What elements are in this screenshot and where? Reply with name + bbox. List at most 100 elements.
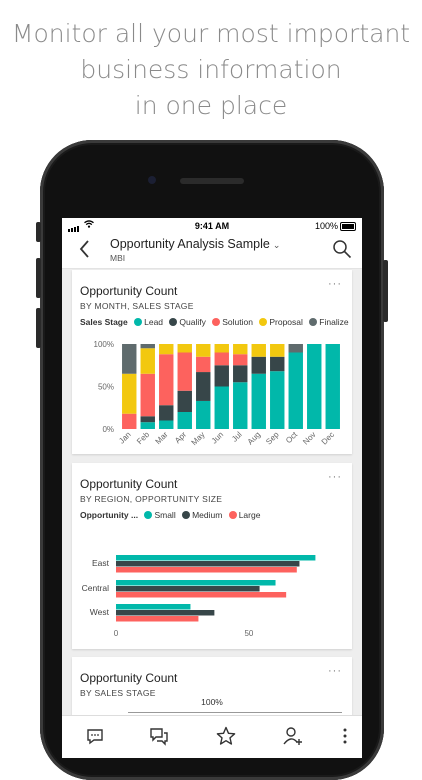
bar-segment-qualify — [233, 365, 248, 383]
legend-title: Sales Stage — [80, 317, 128, 327]
x-tick-label: Feb — [135, 430, 152, 447]
nav-bar: Opportunity Analysis Sample ⌄ MBI — [62, 234, 362, 269]
bar-segment-proposal — [140, 348, 155, 374]
bar-segment-solution — [122, 413, 137, 429]
bar-segment-lead — [196, 400, 211, 429]
bar-segment-lead — [325, 344, 340, 429]
bar-medium — [116, 561, 300, 567]
bar-segment-finalize — [288, 344, 303, 353]
chart-legend: Opportunity ... Small Medium Large — [80, 510, 264, 520]
bar-segment-lead — [307, 344, 322, 429]
headline-line-2: business information — [80, 55, 342, 84]
x-tick-label: 0 — [114, 629, 119, 638]
bar-segment-qualify — [196, 372, 211, 401]
tile-title: Opportunity Count — [80, 671, 178, 685]
bar-medium — [116, 610, 215, 616]
y-tick-label: 50% — [98, 383, 114, 392]
legend-item-solution: Solution — [212, 317, 253, 327]
mute-switch — [36, 222, 41, 242]
front-camera — [148, 176, 156, 184]
battery-icon — [340, 222, 356, 231]
data-label-100: 100% — [201, 697, 223, 707]
y-tick-label: 100% — [94, 340, 114, 349]
category-label: West — [90, 607, 110, 617]
x-tick-label: May — [190, 430, 207, 447]
x-tick-label: Mar — [154, 430, 170, 446]
x-tick-label: 50 — [244, 629, 253, 638]
tile-title: Opportunity Count — [80, 284, 178, 298]
legend-title: Opportunity ... — [80, 510, 139, 520]
x-tick-label: Sep — [264, 430, 281, 447]
earpiece-speaker — [180, 178, 244, 184]
battery-percent: 100% — [314, 221, 338, 231]
favorites-star-icon[interactable] — [215, 725, 237, 747]
bar-segment-solution — [140, 373, 155, 417]
status-bar: 9:41 AM 100% — [62, 218, 362, 234]
bar-segment-qualify — [214, 365, 229, 387]
chart-legend: Sales Stage Lead Qualify Solution Propos… — [80, 317, 353, 327]
x-tick-label: Oct — [284, 430, 300, 446]
headline-line-1: Monitor all your most important — [11, 19, 411, 48]
bar-large — [116, 592, 287, 598]
bar-segment-solution — [196, 356, 211, 373]
bar-segment-proposal — [196, 344, 211, 357]
workspace-label: MBI — [110, 253, 126, 263]
bar-segment-qualify — [159, 405, 174, 421]
search-icon[interactable] — [332, 239, 352, 259]
headline-line-3: in one place — [134, 91, 288, 120]
bar-large — [116, 616, 199, 622]
bar-segment-proposal — [214, 344, 229, 353]
bar-segment-finalize — [140, 344, 155, 349]
tile-opportunity-by-region[interactable]: Opportunity Count BY REGION, OPPORTUNITY… — [72, 463, 352, 649]
bar-small — [116, 580, 276, 586]
bar-segment-proposal — [177, 344, 192, 353]
more-options-icon[interactable]: ··· — [328, 471, 342, 483]
more-vertical-icon[interactable] — [334, 725, 356, 747]
power-button — [383, 260, 388, 322]
bar-large — [116, 567, 297, 573]
bar-segment-lead — [251, 373, 266, 429]
bar-segment-solution — [159, 354, 174, 406]
x-tick-label: Jan — [117, 430, 132, 445]
legend-item-proposal: Proposal — [259, 317, 303, 327]
comments-icon[interactable] — [148, 725, 170, 747]
tile-subtitle: BY REGION, OPPORTUNITY SIZE — [80, 494, 223, 504]
tile-subtitle: BY MONTH, SALES STAGE — [80, 301, 194, 311]
legend-item-small: Small — [144, 510, 176, 520]
bar-small — [116, 604, 191, 610]
x-tick-label: Aug — [246, 430, 262, 446]
x-tick-label: Jun — [210, 430, 225, 445]
tile-opportunity-by-month[interactable]: Opportunity Count BY MONTH, SALES STAGE … — [72, 270, 352, 454]
bar-small — [116, 555, 316, 561]
chart-axis-line — [128, 712, 342, 713]
legend-item-large: Large — [228, 510, 260, 520]
chevron-down-icon: ⌄ — [272, 240, 281, 250]
more-options-icon[interactable]: ··· — [328, 665, 342, 677]
bar-segment-proposal — [233, 344, 248, 355]
category-label: East — [92, 558, 110, 568]
category-label: Central — [82, 583, 110, 593]
legend-item-qualify: Qualify — [169, 317, 206, 327]
bottom-tab-bar — [62, 715, 362, 758]
y-tick-label: 0% — [102, 425, 114, 434]
add-person-icon[interactable] — [282, 725, 304, 747]
bar-segment-finalize — [122, 344, 137, 374]
legend-item-medium: Medium — [182, 510, 222, 520]
app-screen: 9:41 AM 100% Opportunity Analysis Sample… — [62, 218, 362, 758]
x-tick-label: Dec — [320, 430, 336, 446]
bar-segment-lead — [140, 422, 155, 429]
bar-segment-proposal — [251, 344, 266, 357]
report-title: Opportunity Analysis Sample — [110, 237, 270, 251]
chat-icon[interactable] — [84, 725, 106, 747]
bar-segment-proposal — [159, 344, 174, 355]
bar-segment-proposal — [122, 373, 137, 414]
legend-item-finalize: Finalize — [309, 317, 349, 327]
bar-segment-lead — [159, 420, 174, 429]
bar-medium — [116, 586, 260, 592]
report-title-dropdown[interactable]: Opportunity Analysis Sample ⌄ — [110, 237, 280, 251]
more-options-icon[interactable]: ··· — [328, 278, 342, 290]
bar-segment-lead — [270, 371, 285, 429]
bar-segment-qualify — [177, 390, 192, 412]
back-arrow-icon[interactable] — [76, 238, 96, 260]
bar-segment-solution — [214, 352, 229, 366]
